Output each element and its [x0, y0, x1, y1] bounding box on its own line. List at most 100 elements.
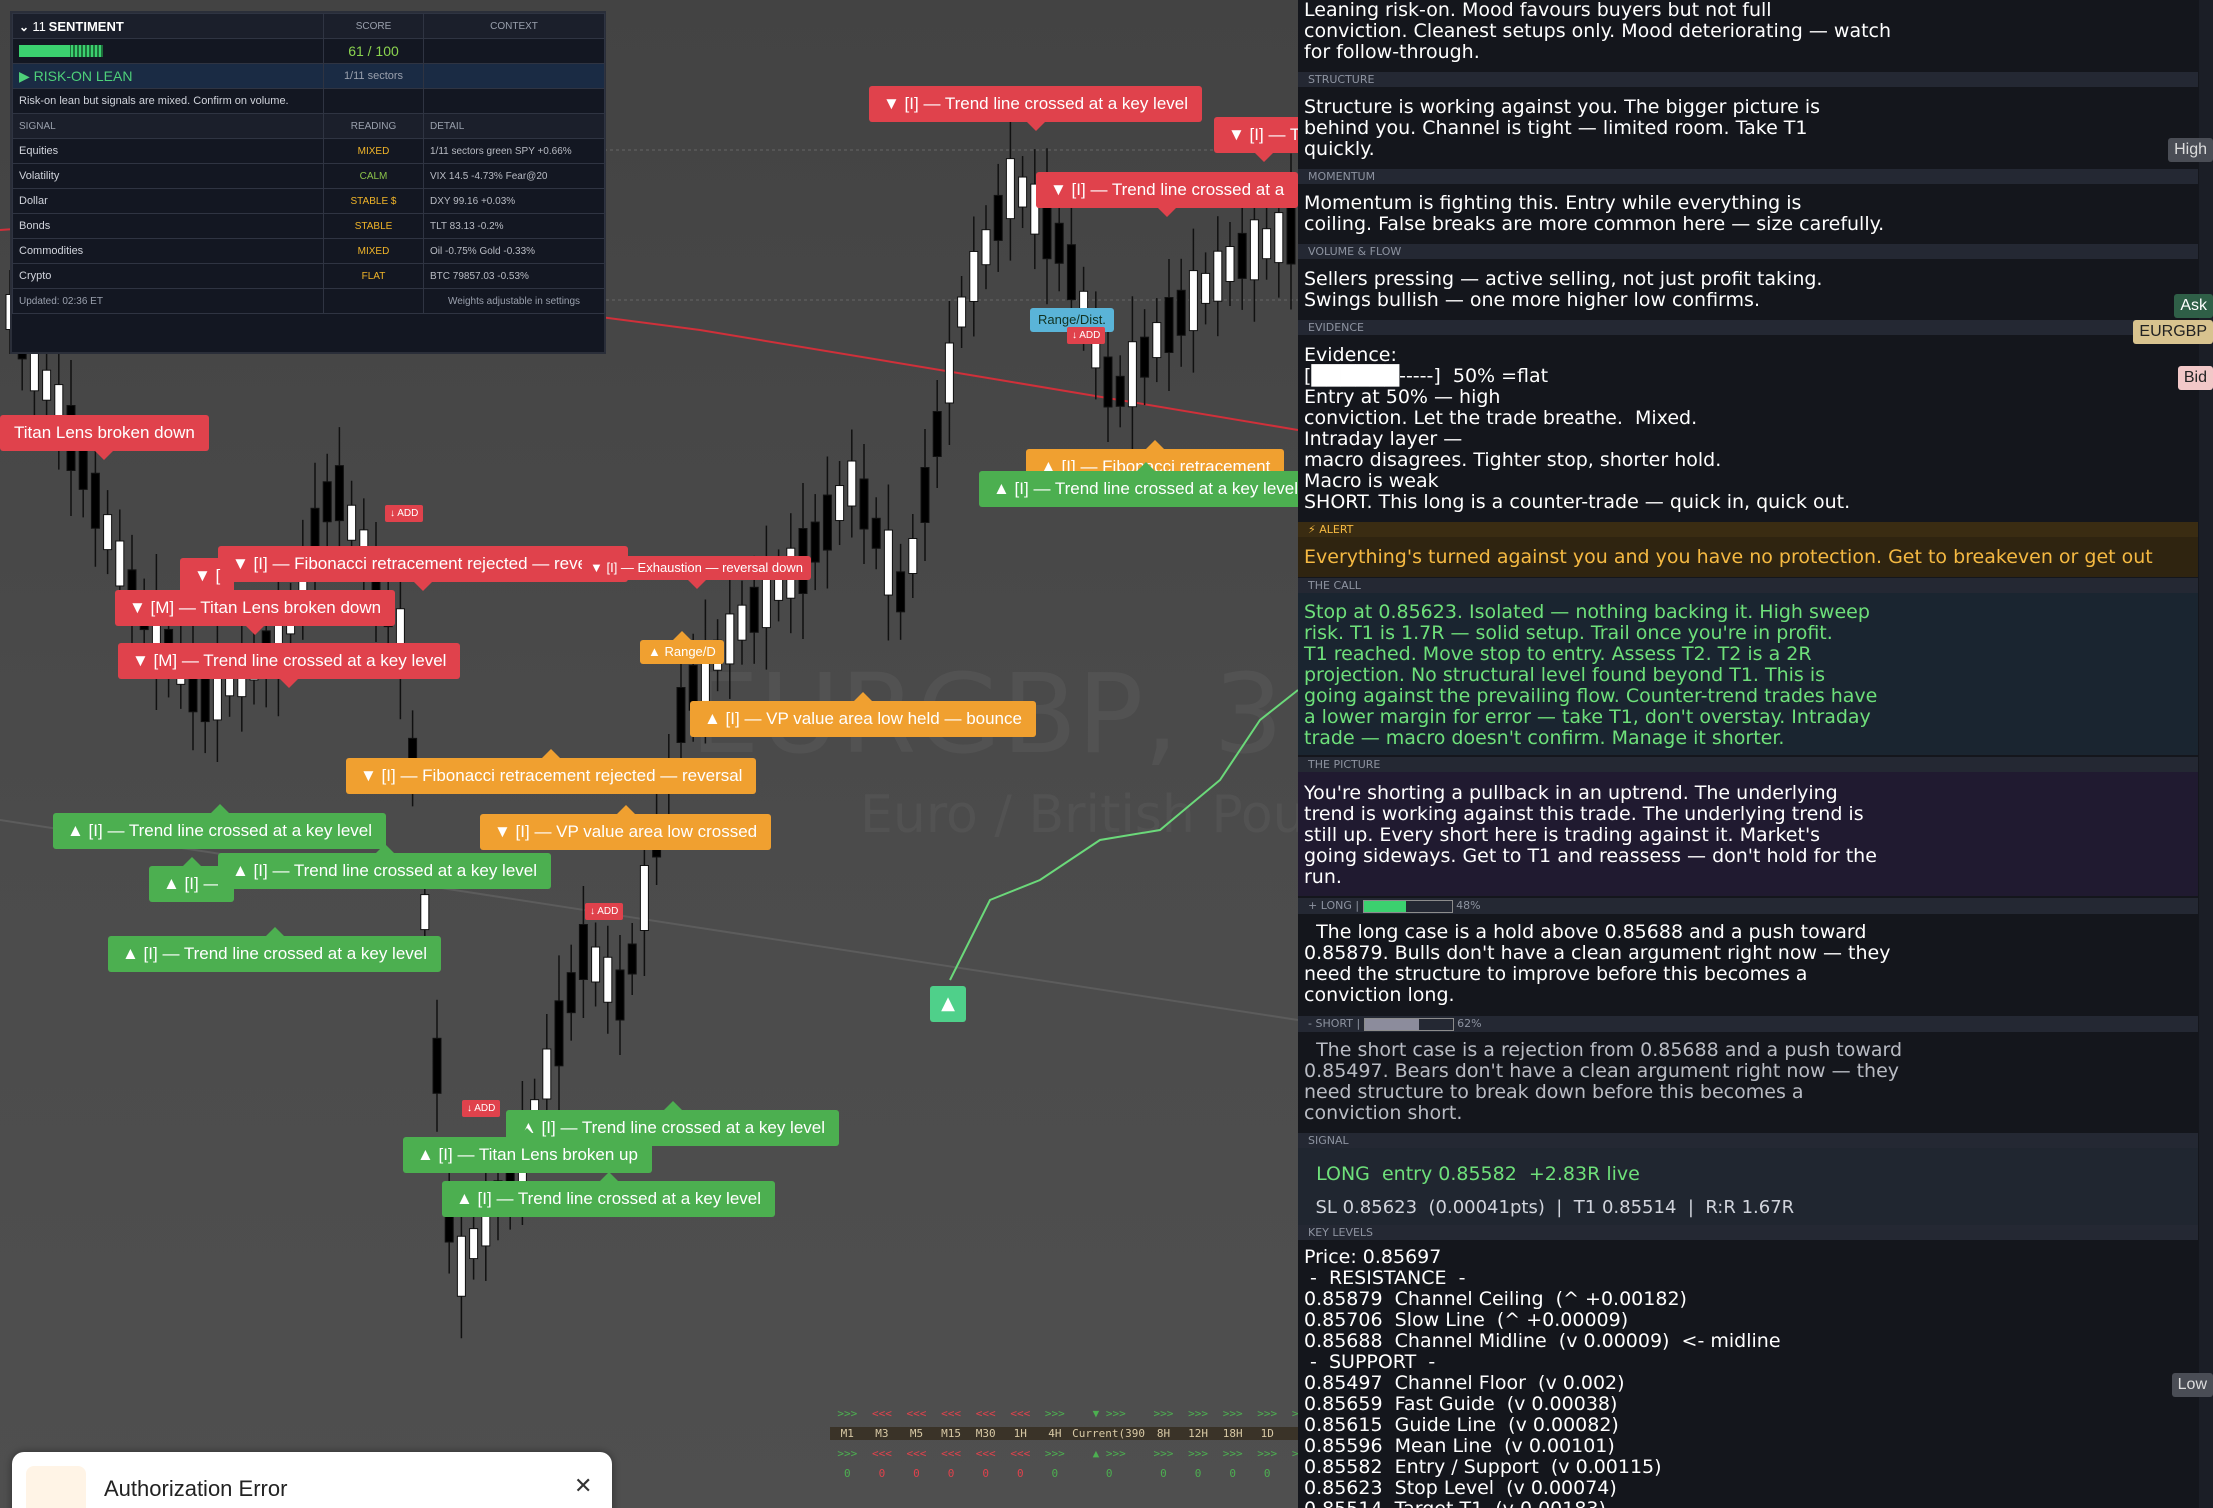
candle-body [1054, 222, 1064, 264]
short-case-text: The short case is a rejection from 0.856… [1298, 1040, 2198, 1124]
candle-body [554, 1000, 564, 1067]
text-line: behind you. Channel is tight — limited r… [1304, 117, 1808, 139]
score-bar [19, 45, 103, 58]
signal-detail: VIX 14.5 -4.73% Fear@20 [423, 163, 605, 189]
volume-text: Sellers pressing — active selling, not j… [1298, 269, 2198, 311]
sentiment-row: Crypto FLAT BTC 79857.03 -0.53% [12, 263, 605, 289]
signal-reading: FLAT [323, 263, 424, 289]
signal-label[interactable]: ▼ [I] — Trend line crossed at a key leve… [869, 86, 1203, 131]
signal-label[interactable]: ▼ [ [180, 558, 235, 603]
signal-label[interactable]: ▲ [I] — Trend line crossed at a key leve… [442, 1172, 776, 1217]
candle-body [1164, 297, 1174, 353]
signal-label[interactable]: ▼ [I] — Exhaustion — reversal down [582, 556, 812, 589]
tf-cell: ▼ >>> [1092, 1406, 1126, 1420]
long-case-text: The long case is a hold above 0.85688 an… [1298, 922, 2198, 1006]
signal-label[interactable]: ▲ [I] — Trend line crossed at a key leve… [218, 844, 552, 889]
signal-label[interactable]: ▼ [I] — Fibonacci retracement rejected —… [218, 546, 629, 591]
signal-label[interactable]: ▼ [I] — Fibonacci retracement rejected —… [346, 749, 757, 794]
candle-body [639, 865, 649, 931]
candle-body [1140, 336, 1150, 378]
candle-body [1213, 250, 1223, 302]
candle-body [896, 571, 906, 613]
tf-cell: <<< [871, 1406, 892, 1420]
tf-cell: 3 [1284, 1426, 1298, 1440]
text-line: Sellers pressing — active selling, not j… [1304, 268, 1823, 290]
signal-label[interactable]: ▼ [M] — Trend line crossed at a key leve… [118, 643, 461, 688]
text-line: Swings bullish — one more higher low con… [1304, 289, 1760, 311]
candle-body [322, 481, 332, 523]
text-line: 0.85596 Mean Line (v 0.00101) [1304, 1435, 1615, 1457]
updated-time: Updated: 02:36 ET [12, 288, 324, 314]
candle-body [469, 1228, 479, 1260]
text-line: 0.85582 Entry / Support (v 0.00115) [1304, 1456, 1662, 1478]
tf-cell: 0 [1160, 1466, 1167, 1480]
signal-label[interactable]: ▲ Range/D [640, 631, 724, 664]
tf-cell: <<< [871, 1446, 892, 1460]
text-line: 0.85706 Slow Line (^ +0.00009) [1304, 1309, 1629, 1331]
text-line: quickly. [1304, 138, 1375, 160]
tf-cell: >>> [1222, 1446, 1243, 1460]
tf-cell: 0 [1229, 1466, 1236, 1480]
add-tag: ↓ ADD [385, 505, 424, 522]
candle-body [835, 485, 845, 522]
short-header: - SHORT | 62% [1298, 1016, 2198, 1032]
text-line: run. [1304, 866, 1342, 888]
signal-label[interactable]: ▼ [I] — Trend line crossed at a [1036, 172, 1298, 217]
candle-body [908, 538, 918, 574]
signal-name: Equities [12, 138, 324, 164]
tf-cell: >>> [1257, 1406, 1278, 1420]
signal-header: SIGNAL [1298, 1133, 2198, 1148]
candle-body [103, 514, 113, 551]
tf-cell: 0 [1051, 1466, 1059, 1480]
close-icon[interactable]: ✕ [574, 1474, 592, 1499]
signal-label[interactable]: ▲ [I] — Trend line crossed at a key leve… [979, 462, 1298, 507]
candle-body [1225, 246, 1235, 282]
tf-cell: >>> [1291, 1446, 1298, 1460]
signal-label[interactable]: ▼ [I] — T [1214, 117, 1298, 162]
tf-cell: M30 [968, 1426, 1003, 1440]
signal-label[interactable]: ▼ [M] — Titan Lens broken down [115, 590, 396, 635]
text-line: SHORT. This long is a counter-trade — qu… [1304, 491, 1851, 513]
bid-tag: Bid [2177, 366, 2213, 390]
text-line: 0.85497 Channel Floor (v 0.002) [1304, 1372, 1625, 1394]
signal-label[interactable]: Titan Lens broken down [0, 415, 209, 460]
signal-label[interactable]: ▲ [I] — VP value area low held — bounce [690, 692, 1036, 737]
tf-cell: >>> [1291, 1406, 1298, 1420]
authorization-error-toast[interactable]: Authorization Error ✕ [12, 1452, 612, 1508]
tf-cell: ▲ >>> [1092, 1446, 1126, 1460]
scrollbar[interactable] [2199, 0, 2213, 1508]
tf-cell: 0 [1194, 1466, 1202, 1480]
buy-arrow-icon[interactable]: ▲ [930, 986, 966, 1022]
momentum-text: Momentum is fighting this. Entry while e… [1298, 193, 2198, 235]
candle-body [859, 478, 869, 530]
text-line: - RESISTANCE - [1304, 1267, 1466, 1289]
text-line: risk. T1 is 1.7R — solid setup. Trail on… [1304, 622, 1833, 644]
candle-body [334, 465, 344, 522]
signal-label[interactable]: ▲ [I] — Trend line crossed at a key leve… [108, 927, 442, 972]
collapse-icon[interactable]: ⌄ [19, 20, 32, 34]
signal-detail: BTC 79857.03 -0.53% [423, 263, 605, 289]
tf-cell: 4H [1037, 1426, 1073, 1440]
tf-cell: 0 [913, 1466, 920, 1480]
tf-cell: >>> [837, 1406, 858, 1420]
price-chart[interactable]: EURGBP, 3 Euro / British Pou ⌄ 11 SENTIM… [0, 0, 1298, 1508]
sectors-count: 1/11 sectors [323, 63, 424, 89]
candle-body [957, 296, 967, 328]
candle-body [1249, 219, 1259, 281]
candle-body [90, 472, 100, 529]
candle-body [871, 517, 881, 549]
candle-body [200, 676, 210, 723]
tf-cell: >>> [1044, 1406, 1065, 1420]
candle-body [1262, 228, 1272, 260]
candle-body [1066, 244, 1076, 301]
sentiment-row: Volatility CALM VIX 14.5 -4.73% Fear@20 [12, 163, 605, 189]
add-tag: ↓ ADD [462, 1100, 501, 1117]
signal-reading: CALM [323, 163, 424, 189]
context-header: CONTEXT [423, 13, 605, 39]
candle-body [591, 946, 601, 983]
signal-label[interactable]: ▲ [I] — Trend line crossed at a key leve… [53, 804, 387, 849]
text-line: going against the prevailing flow. Count… [1304, 685, 1878, 707]
structure-header: STRUCTURE [1298, 72, 2198, 87]
signal-label[interactable]: ▼ [I] — VP value area low crossed [480, 805, 772, 850]
tf-cell: <<< [1010, 1446, 1031, 1460]
